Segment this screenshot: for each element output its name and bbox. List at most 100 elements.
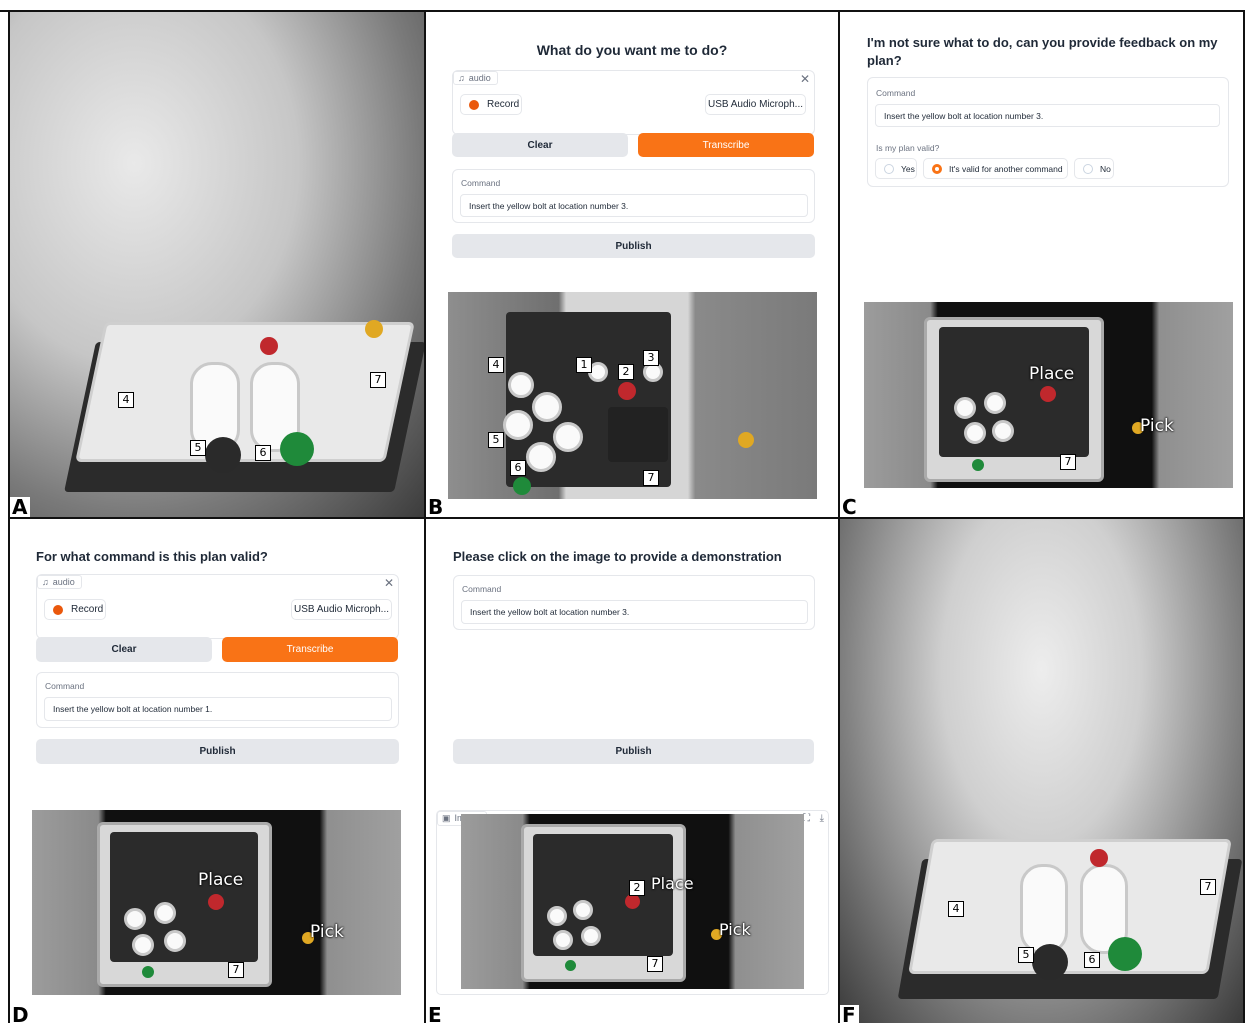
audio-chip: ♫ audio: [37, 575, 82, 589]
robot-photo: 4 5 6 7: [10, 12, 424, 517]
knob-black: [1032, 944, 1068, 980]
plan-image: Place Pick 7: [864, 302, 1233, 488]
plan-valid-label: Is my plan valid?: [876, 143, 940, 153]
peg: [964, 422, 986, 444]
peg: [132, 934, 154, 956]
tag-7: 7: [643, 470, 659, 486]
command-label: Command: [876, 88, 916, 98]
overlay-place: Place: [198, 870, 244, 890]
command-input[interactable]: Insert the yellow bolt at location numbe…: [461, 600, 808, 624]
tag-7: 7: [370, 372, 386, 388]
device-select[interactable]: USB Audio Microph...: [705, 94, 806, 115]
radio-no[interactable]: No: [1074, 158, 1114, 179]
command-input[interactable]: Insert the yellow bolt at location numbe…: [44, 697, 392, 721]
image-input[interactable]: ▣Image ⛶ ⤓ Place Pick 2 7: [436, 810, 829, 995]
knob-red: [1090, 849, 1108, 867]
knob-black: [205, 437, 241, 473]
peg-stack-1: [1020, 864, 1068, 954]
panel-label-d: D: [10, 1005, 32, 1023]
tag-4: 4: [118, 392, 134, 408]
board-slot: [939, 327, 1089, 457]
audio-card: ♫ audio ✕ Record USB Audio Microph...: [452, 70, 815, 135]
knob-green: [142, 966, 154, 978]
command-label: Command: [462, 584, 502, 594]
audio-chip-label: audio: [52, 577, 75, 587]
peg: [154, 902, 176, 924]
record-button[interactable]: Record: [44, 599, 106, 620]
tag-6: 6: [1084, 952, 1100, 968]
peg: [164, 930, 186, 952]
tag-5: 5: [1018, 947, 1034, 963]
panel-c: I'm not sure what to do, can you provide…: [840, 12, 1243, 517]
peg: [573, 900, 593, 920]
command-card: Command Insert the yellow bolt at locati…: [36, 672, 399, 728]
clear-button[interactable]: Clear: [36, 637, 212, 662]
overlay-pick: Pick: [1140, 416, 1174, 436]
command-label: Command: [45, 681, 85, 691]
overlay-pick: Pick: [719, 920, 751, 939]
radio-circle: [1083, 163, 1093, 174]
demo-image[interactable]: Place Pick 2 7: [461, 814, 804, 989]
command-input[interactable]: Insert the yellow bolt at location numbe…: [460, 194, 808, 217]
radio-valid-for-another-label: It's valid for another command: [949, 163, 1063, 174]
record-dot-icon: [469, 99, 479, 110]
panel-b: What do you want me to do? ♫ audio ✕ Reco…: [426, 12, 838, 517]
transcribe-button[interactable]: Transcribe: [222, 637, 398, 662]
tag-5: 5: [488, 432, 504, 448]
knob-red: [1040, 386, 1056, 402]
peg: [547, 906, 567, 926]
panel-label-b: B: [426, 497, 447, 517]
audio-chip: ♫ audio: [453, 71, 498, 85]
overlay-pick: Pick: [310, 922, 344, 942]
publish-button[interactable]: Publish: [453, 739, 814, 764]
download-icon[interactable]: ⤓: [820, 813, 824, 825]
knob-red: [260, 337, 278, 355]
tag-3: 3: [643, 350, 659, 366]
panel-f: 4 5 6 7 F: [840, 519, 1243, 1023]
device-select[interactable]: USB Audio Microph...: [291, 599, 392, 620]
bolt-yellow: [738, 432, 754, 448]
record-dot-icon: [53, 604, 63, 615]
close-icon[interactable]: ✕: [800, 73, 810, 85]
robots-photo: 4 5 6 7: [840, 519, 1243, 1023]
audio-card: ♫ audio ✕ Record USB Audio Microph...: [36, 574, 399, 639]
panel-label-e: E: [426, 1005, 445, 1023]
publish-button[interactable]: Publish: [36, 739, 399, 764]
peg: [526, 442, 556, 472]
panel-label-f: F: [840, 1005, 859, 1023]
overlay-place: Place: [651, 874, 694, 893]
tag-4: 4: [948, 901, 964, 917]
tag-4: 4: [488, 357, 504, 373]
tag-6: 6: [510, 460, 526, 476]
panel-label-c: C: [840, 497, 860, 517]
tag-2: 2: [629, 880, 645, 896]
command-input[interactable]: Insert the yellow bolt at location numbe…: [875, 104, 1220, 127]
peg: [124, 908, 146, 930]
tag-5: 5: [190, 440, 206, 456]
page-title: What do you want me to do?: [536, 42, 728, 58]
tag-7: 7: [228, 962, 244, 978]
publish-button[interactable]: Publish: [452, 234, 815, 258]
peg: [984, 392, 1006, 414]
tag-1: 1: [576, 357, 592, 373]
clear-button[interactable]: Clear: [452, 133, 628, 157]
close-icon[interactable]: ✕: [384, 577, 394, 589]
peg: [503, 410, 533, 440]
knob-red: [208, 894, 224, 910]
transcribe-button[interactable]: Transcribe: [638, 133, 814, 157]
panel-d: For what command is this plan valid? ♫ au…: [10, 519, 424, 1023]
radio-circle-selected: [932, 163, 942, 174]
overlay-place: Place: [1029, 364, 1075, 384]
record-button[interactable]: Record: [460, 94, 522, 115]
radio-valid-for-another[interactable]: It's valid for another command: [923, 158, 1068, 179]
fullscreen-icon[interactable]: ⛶: [803, 813, 810, 825]
knob-green: [565, 960, 576, 971]
page-title: Please click on the image to provide a d…: [453, 549, 782, 564]
plan-image: Place Pick 7: [32, 810, 401, 995]
command-card: Command Insert the yellow bolt at locati…: [452, 169, 815, 223]
peg: [992, 420, 1014, 442]
tag-2: 2: [618, 364, 634, 380]
bolt-yellow: [365, 320, 383, 338]
peg: [508, 372, 534, 398]
radio-yes[interactable]: Yes: [875, 158, 917, 179]
